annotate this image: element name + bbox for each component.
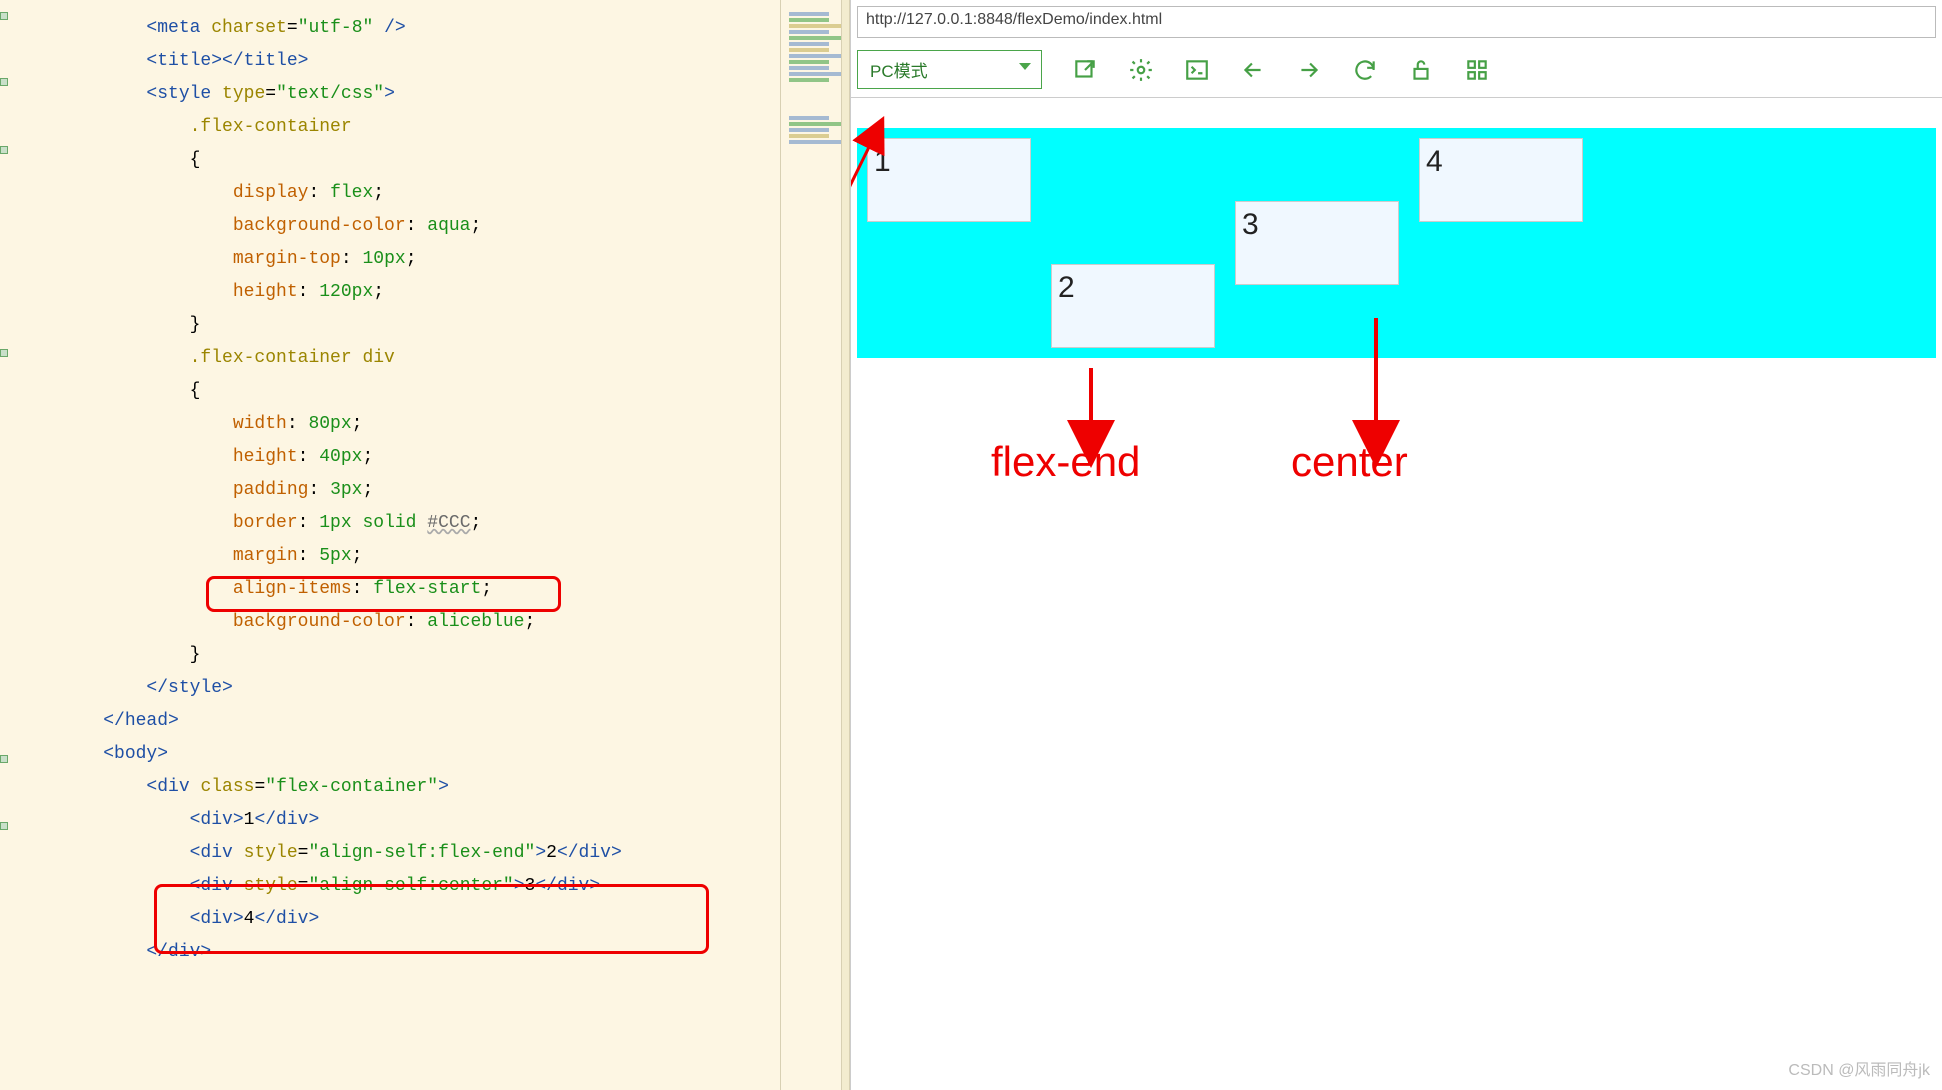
device-mode-label: PC模式 [870, 62, 928, 81]
editor-gutter [0, 0, 10, 1090]
code-line[interactable]: .flex-container div [20, 342, 780, 375]
highlight-align-items [206, 576, 561, 612]
browser-toolbar: PC模式 [851, 42, 1942, 98]
code-line[interactable]: height: 120px; [20, 276, 780, 309]
code-line[interactable]: width: 80px; [20, 408, 780, 441]
reload-icon[interactable] [1352, 57, 1378, 83]
code-line[interactable]: <div class="flex-container"> [20, 771, 780, 804]
terminal-icon[interactable] [1184, 57, 1210, 83]
code-line[interactable]: padding: 3px; [20, 474, 780, 507]
code-line[interactable]: <meta charset="utf-8" /> [20, 12, 780, 45]
grid-icon[interactable] [1464, 57, 1490, 83]
settings-icon[interactable] [1128, 57, 1154, 83]
code-line[interactable]: } [20, 639, 780, 672]
code-line[interactable]: { [20, 375, 780, 408]
watermark: CSDN @风雨同舟jk [1788, 1056, 1930, 1080]
chevron-down-icon [1019, 63, 1031, 70]
minimap-scroll[interactable] [841, 0, 849, 1090]
editor-minimap[interactable] [780, 0, 850, 1090]
flex-item-1: 1 [867, 138, 1031, 222]
address-bar[interactable]: http://127.0.0.1:8848/flexDemo/index.htm… [857, 6, 1936, 38]
browser-pane: http://127.0.0.1:8848/flexDemo/index.htm… [850, 0, 1942, 1090]
external-icon[interactable] [1072, 57, 1098, 83]
page-viewport: 1 2 3 4 flex-end center CSDN @风雨同舟jk [851, 98, 1942, 1090]
device-mode-select[interactable]: PC模式 [857, 50, 1042, 89]
code-line[interactable]: border: 1px solid #CCC; [20, 507, 780, 540]
code-line[interactable]: background-color: aqua; [20, 210, 780, 243]
flex-item-4: 4 [1419, 138, 1583, 222]
annotation-label-center: center [1291, 438, 1408, 486]
code-line[interactable]: { [20, 144, 780, 177]
flex-item-3: 3 [1235, 201, 1399, 285]
unlock-icon[interactable] [1408, 57, 1434, 83]
code-line[interactable]: margin: 5px; [20, 540, 780, 573]
code-line[interactable]: </style> [20, 672, 780, 705]
back-icon[interactable] [1240, 57, 1266, 83]
code-line[interactable]: .flex-container [20, 111, 780, 144]
code-line[interactable]: <div>1</div> [20, 804, 780, 837]
code-line[interactable]: margin-top: 10px; [20, 243, 780, 276]
annotation-label-flex-end: flex-end [991, 438, 1140, 486]
code-line[interactable]: } [20, 309, 780, 342]
highlight-align-self-rows [154, 884, 709, 954]
code-line[interactable]: <style type="text/css"> [20, 78, 780, 111]
code-editor[interactable]: <meta charset="utf-8" /> <title></title>… [0, 0, 780, 1090]
code-line[interactable]: <title></title> [20, 45, 780, 78]
code-line[interactable]: <body> [20, 738, 780, 771]
code-line[interactable]: display: flex; [20, 177, 780, 210]
forward-icon[interactable] [1296, 57, 1322, 83]
flex-container: 1 2 3 4 [857, 128, 1936, 358]
flex-item-2: 2 [1051, 264, 1215, 348]
code-line[interactable]: height: 40px; [20, 441, 780, 474]
code-lines: <meta charset="utf-8" /> <title></title>… [20, 12, 780, 969]
code-line[interactable]: </head> [20, 705, 780, 738]
url-text: http://127.0.0.1:8848/flexDemo/index.htm… [866, 11, 1162, 28]
code-line[interactable]: <div style="align-self:flex-end">2</div> [20, 837, 780, 870]
